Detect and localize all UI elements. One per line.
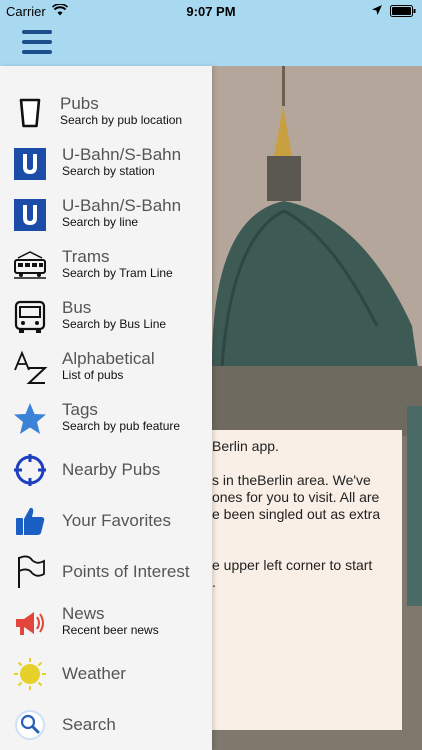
menu-item-your-favorites[interactable]: Your Favorites	[0, 496, 212, 547]
menu-item-subtitle: Search by pub feature	[62, 419, 181, 433]
menu-item-alphabetical[interactable]: Alphabetical List of pubs	[0, 343, 212, 394]
welcome-text-line: s in theBerlin area. We've	[212, 472, 371, 488]
bus-icon	[14, 300, 46, 333]
menu-item-trams[interactable]: Trams Search by Tram Line	[0, 241, 212, 292]
menu-item-points-of-interest[interactable]: Points of Interest	[0, 547, 212, 598]
menu-item-title: Weather	[62, 664, 126, 683]
megaphone-icon	[16, 612, 44, 635]
side-drawer-menu: Pubs Search by pub location U-Bahn/S-Bah…	[0, 66, 212, 750]
menu-item-title: Bus	[62, 298, 92, 317]
az-icon	[14, 350, 48, 384]
welcome-text-line: ones for you to visit. All are	[212, 489, 380, 505]
welcome-text-line: .	[212, 574, 216, 590]
menu-item-subtitle: Recent beer news	[62, 623, 159, 637]
menu-item-weather[interactable]: Weather	[0, 649, 212, 700]
hamburger-menu-icon[interactable]	[22, 30, 52, 54]
battery-icon	[390, 5, 416, 17]
navigation-bar: Carrier 9:07 PM	[0, 0, 422, 66]
clock-label: 9:07 PM	[186, 4, 236, 19]
u-bahn-icon	[14, 199, 46, 231]
thumbs-up-icon	[16, 507, 45, 535]
flag-icon	[18, 555, 45, 588]
menu-item-title: U-Bahn/S-Bahn	[62, 196, 182, 215]
menu-item-ubahn-station[interactable]: U-Bahn/S-Bahn Search by station	[0, 139, 212, 190]
tram-icon	[14, 251, 46, 279]
menu-item-pubs[interactable]: Pubs Search by pub location	[0, 88, 212, 139]
sun-icon	[14, 658, 46, 690]
welcome-text-line: Berlin app.	[212, 438, 279, 454]
menu-item-title: News	[62, 604, 105, 623]
menu-item-nearby-pubs[interactable]: Nearby Pubs	[0, 445, 212, 496]
menu-item-ubahn-line[interactable]: U-Bahn/S-Bahn Search by line	[0, 190, 212, 241]
menu-item-title: U-Bahn/S-Bahn	[62, 145, 182, 164]
menu-item-subtitle: Search by pub location	[60, 113, 183, 127]
menu-item-title: Search	[62, 715, 116, 734]
welcome-text-line: e been singled out as extra	[212, 506, 381, 522]
menu-item-title: Your Favorites	[62, 511, 171, 530]
location-arrow-icon	[372, 5, 382, 15]
menu-item-search[interactable]: Search	[0, 700, 212, 750]
menu-item-subtitle: List of pubs	[62, 368, 124, 382]
menu-item-title: Nearby Pubs	[62, 460, 161, 479]
u-bahn-icon	[14, 148, 46, 180]
menu-item-bus[interactable]: Bus Search by Bus Line	[0, 292, 212, 343]
welcome-text-line: e upper left corner to start	[212, 557, 373, 573]
menu-item-title: Alphabetical	[62, 349, 155, 368]
menu-item-title: Trams	[62, 247, 110, 266]
crosshair-icon	[14, 454, 46, 486]
status-bar: Carrier 9:07 PM	[0, 0, 422, 22]
menu-item-title: Tags	[62, 400, 98, 419]
magnifier-icon	[15, 710, 45, 740]
menu-item-tags[interactable]: Tags Search by pub feature	[0, 394, 212, 445]
pint-glass-icon	[19, 98, 41, 128]
menu-item-subtitle: Search by Bus Line	[62, 317, 167, 331]
menu-item-title: Points of Interest	[62, 562, 190, 581]
menu-item-subtitle: Search by station	[62, 164, 155, 178]
welcome-card: Berlin app. s in theBerlin area. We've o…	[212, 430, 402, 730]
menu-item-subtitle: Search by line	[62, 215, 139, 229]
menu-item-title: Pubs	[60, 94, 99, 113]
menu-item-news[interactable]: News Recent beer news	[0, 598, 212, 649]
menu-item-subtitle: Search by Tram Line	[62, 266, 173, 280]
star-icon	[14, 403, 46, 434]
